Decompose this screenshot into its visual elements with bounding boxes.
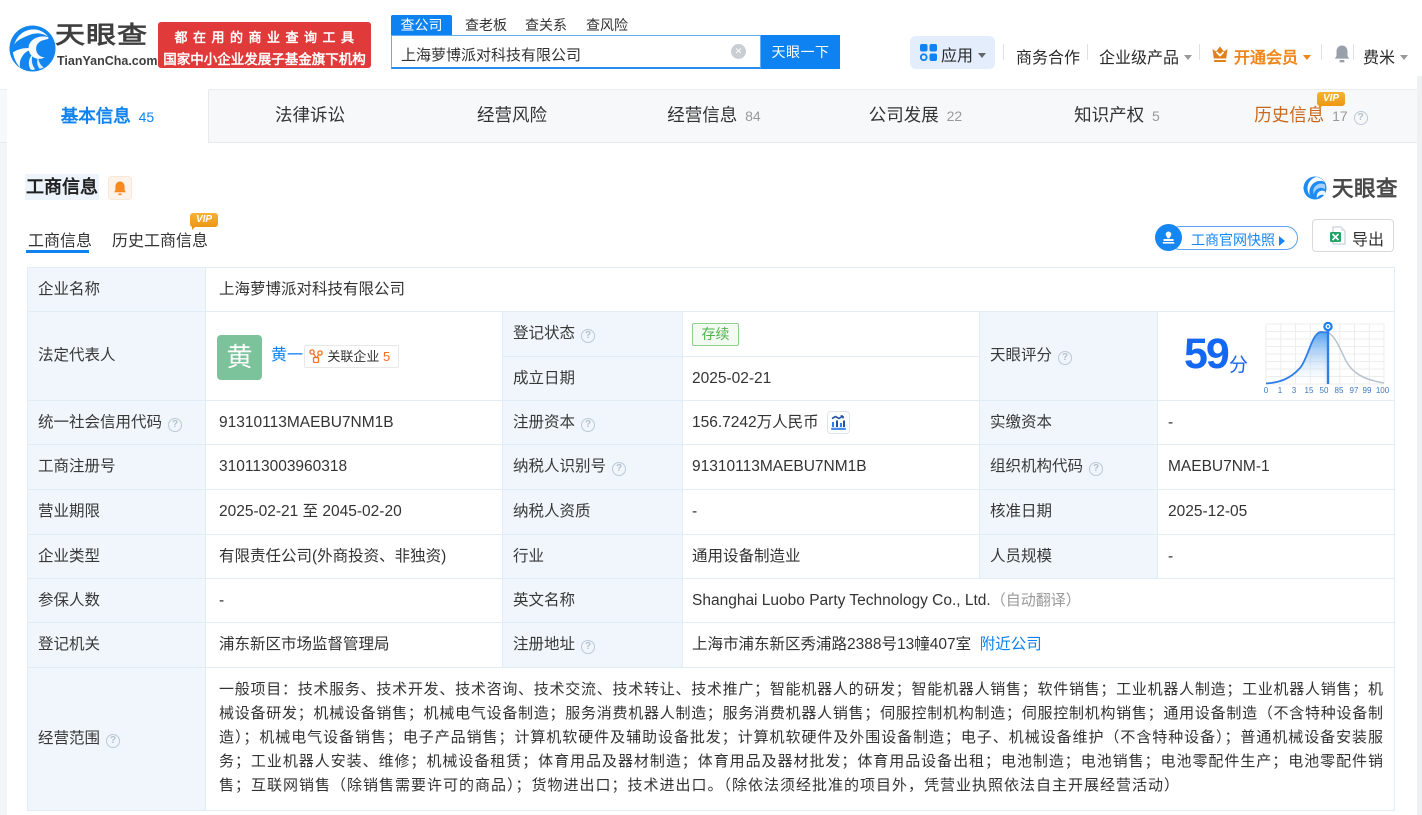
svg-text:50: 50 bbox=[1320, 386, 1329, 395]
svg-text:1: 1 bbox=[1278, 386, 1283, 395]
svg-text:100: 100 bbox=[1376, 386, 1390, 395]
svg-text:15: 15 bbox=[1305, 386, 1314, 395]
svg-text:0: 0 bbox=[1264, 386, 1269, 395]
svg-text:85: 85 bbox=[1335, 386, 1344, 395]
svg-text:3: 3 bbox=[1292, 386, 1297, 395]
svg-text:97: 97 bbox=[1350, 386, 1359, 395]
svg-text:天眼查: 天眼查 bbox=[1332, 177, 1398, 201]
svg-text:99: 99 bbox=[1363, 386, 1372, 395]
